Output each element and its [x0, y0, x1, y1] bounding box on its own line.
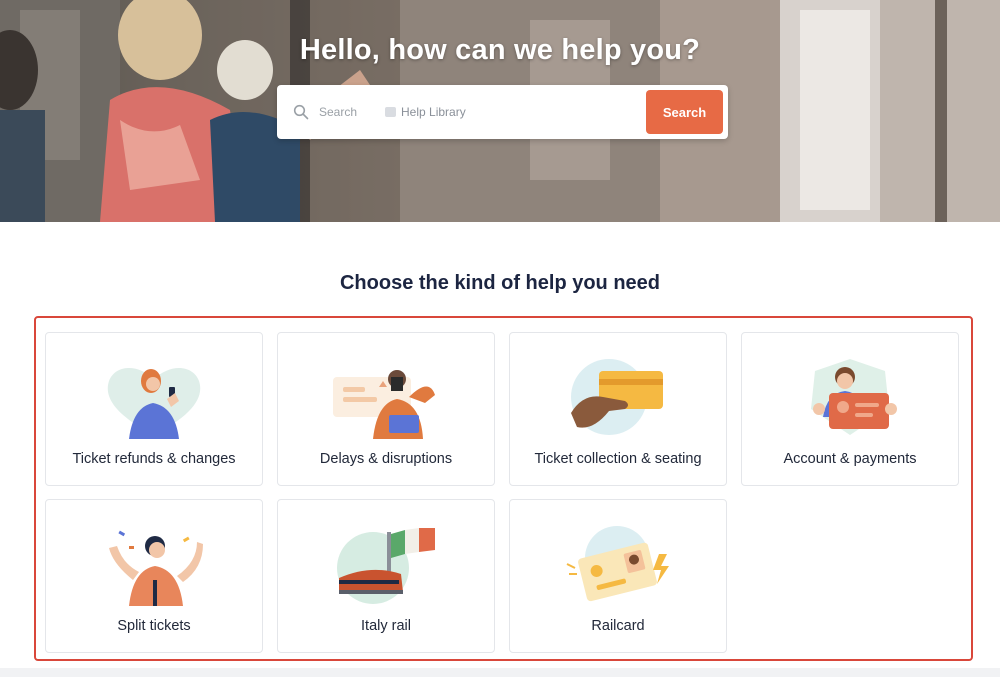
hero-banner: Hello, how can we help you? Help Library… [0, 0, 1000, 222]
account-illustration-icon [811, 359, 897, 435]
category-label: Delays & disruptions [319, 451, 453, 467]
search-bar: Help Library Search [277, 85, 728, 139]
category-label: Ticket refunds & changes [72, 451, 236, 467]
delay-illustration-icon [333, 370, 435, 439]
ticket-card-illustration-icon [571, 359, 663, 435]
category-label: Italy rail [361, 618, 411, 634]
category-label: Ticket collection & seating [534, 451, 702, 467]
search-button[interactable]: Search [646, 90, 723, 134]
celebration-illustration-icon [109, 530, 203, 606]
category-label: Split tickets [117, 618, 191, 634]
category-label: Account & payments [783, 451, 917, 467]
category-card-italy-rail[interactable]: Italy rail [277, 499, 495, 653]
section-title: Choose the kind of help you need [339, 272, 661, 294]
category-card-ticket-collection[interactable]: Ticket collection & seating [509, 332, 727, 486]
hero-title: Hello, how can we help you? [299, 34, 701, 66]
help-library-label: Help Library [401, 105, 466, 119]
library-icon [385, 107, 396, 117]
category-card-railcard[interactable]: Railcard [509, 499, 727, 653]
search-icon [293, 104, 309, 120]
category-card-account[interactable]: Account & payments [741, 332, 959, 486]
page-footer-divider [0, 668, 1000, 677]
railcard-illustration-icon [566, 526, 669, 602]
italy-train-illustration-icon [337, 528, 435, 604]
category-card-delays[interactable]: Delays & disruptions [277, 332, 495, 486]
category-card-ticket-refunds[interactable]: Ticket refunds & changes [45, 332, 263, 486]
category-card-split-tickets[interactable]: Split tickets [45, 499, 263, 653]
category-label: Railcard [591, 618, 645, 634]
refund-illustration-icon [107, 367, 201, 439]
help-library-filter[interactable]: Help Library [385, 105, 466, 119]
search-input[interactable] [319, 105, 375, 119]
